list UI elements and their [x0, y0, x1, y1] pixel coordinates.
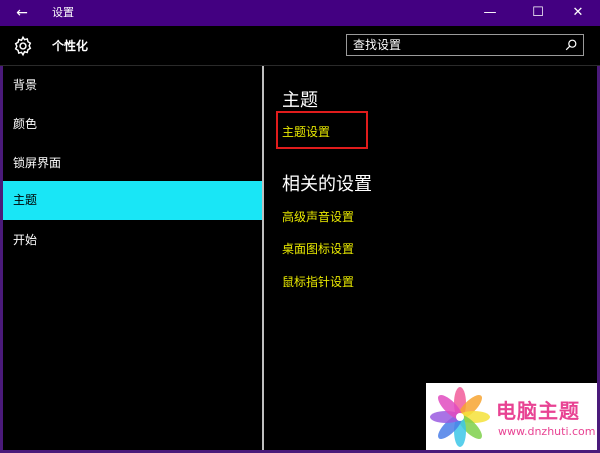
desktop-icon-settings-link[interactable]: 桌面图标设置 — [282, 240, 354, 257]
window-title: 设置 — [52, 6, 74, 19]
sidebar-item-colors[interactable]: 颜色 — [3, 108, 262, 140]
maximize-button[interactable]: ☐ — [516, 0, 560, 26]
back-button[interactable]: ← — [10, 0, 34, 26]
theme-heading: 主题 — [282, 90, 318, 111]
watermark: 电脑主题 www.dnzhuti.com — [426, 383, 597, 450]
search-box[interactable] — [346, 34, 584, 56]
highlight-box — [276, 111, 368, 149]
title-bar: ← 设置 — ☐ ✕ — [0, 0, 600, 26]
mouse-pointer-settings-link[interactable]: 鼠标指针设置 — [282, 273, 354, 290]
page-title: 个性化 — [52, 39, 89, 53]
sidebar-item-lock-screen[interactable]: 锁屏界面 — [3, 147, 262, 179]
gear-icon — [14, 35, 32, 57]
search-input[interactable] — [353, 35, 553, 55]
sidebar: 背景 颜色 锁屏界面 主题 开始 — [3, 66, 262, 450]
flower-logo-icon — [430, 387, 490, 447]
page-header: 个性化 — [0, 26, 600, 66]
sidebar-item-background[interactable]: 背景 — [3, 69, 262, 101]
sidebar-item-start[interactable]: 开始 — [3, 224, 262, 256]
minimize-button[interactable]: — — [468, 0, 512, 26]
search-icon[interactable] — [564, 38, 578, 52]
watermark-title: 电脑主题 — [496, 399, 580, 423]
advanced-sound-settings-link[interactable]: 高级声音设置 — [282, 208, 354, 225]
watermark-url: www.dnzhuti.com — [498, 425, 596, 438]
related-settings-heading: 相关的设置 — [282, 174, 372, 195]
close-button[interactable]: ✕ — [556, 0, 600, 26]
sidebar-item-themes[interactable]: 主题 — [3, 181, 262, 220]
